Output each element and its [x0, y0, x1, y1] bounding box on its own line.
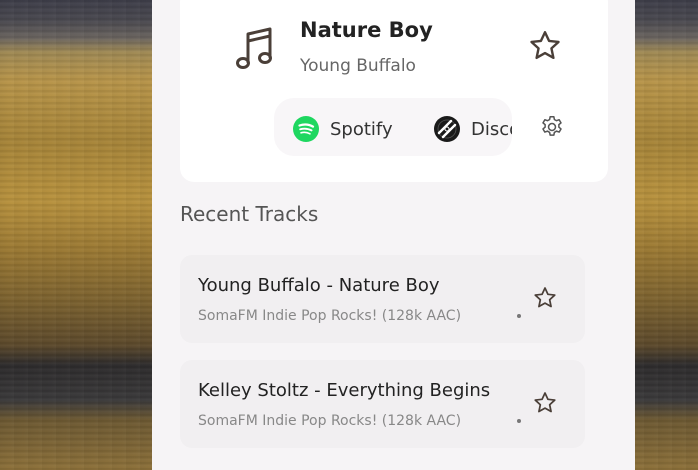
favorite-star-icon[interactable] — [532, 285, 558, 311]
spotify-label: Spotify — [330, 118, 393, 140]
discogs-label: Discogs — [471, 118, 512, 140]
music-note-icon — [236, 27, 272, 69]
separator-dot — [517, 419, 521, 423]
service-links: Spotify Discogs — [274, 98, 512, 156]
recent-track-title: Young Buffalo - Nature Boy — [198, 275, 440, 296]
recent-track-station: SomaFM Indie Pop Rocks! (128k AAC) — [198, 308, 462, 324]
recent-tracks-heading: Recent Tracks — [180, 202, 319, 226]
gear-icon[interactable] — [539, 114, 565, 140]
favorite-star-icon[interactable] — [527, 28, 563, 64]
separator-dot — [517, 314, 521, 318]
now-playing-card: Nature Boy Young Buffalo Spotify Disc — [180, 0, 608, 182]
discogs-link[interactable]: Discogs — [433, 115, 512, 143]
recent-track-item[interactable]: Young Buffalo - Nature Boy SomaFM Indie … — [180, 255, 585, 343]
music-panel: Nature Boy Young Buffalo Spotify Disc Re… — [152, 0, 635, 470]
discogs-icon — [434, 116, 460, 142]
spotify-icon — [293, 116, 319, 142]
spotify-link[interactable]: Spotify — [292, 115, 393, 143]
favorite-star-icon[interactable] — [532, 390, 558, 416]
recent-track-station: SomaFM Indie Pop Rocks! (128k AAC) — [198, 413, 462, 429]
recent-track-title: Kelley Stoltz - Everything Begins — [198, 380, 491, 401]
track-artist: Young Buffalo — [300, 56, 416, 76]
track-title: Nature Boy — [300, 18, 433, 42]
recent-track-item[interactable]: Kelley Stoltz - Everything Begins SomaFM… — [180, 360, 585, 448]
